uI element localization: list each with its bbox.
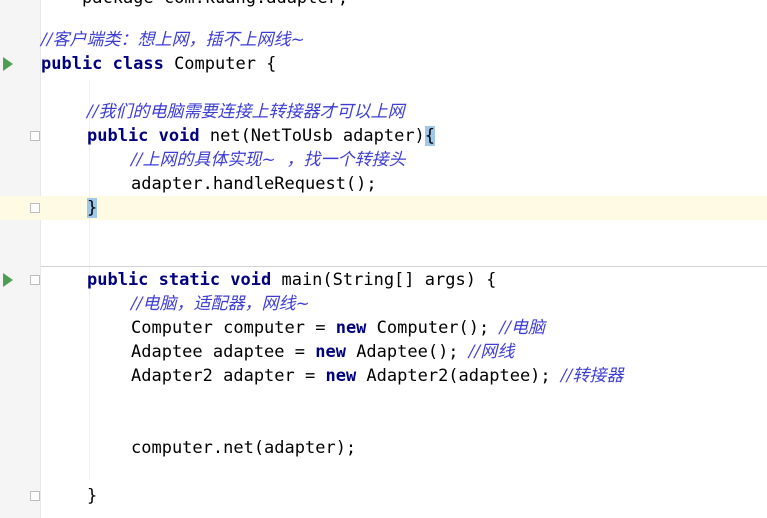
code-line-net-call: adapter.handleRequest(); bbox=[131, 174, 377, 194]
fold-net-end-icon[interactable] bbox=[30, 203, 40, 213]
code-line-main-decl: public static void main(String[] args) { bbox=[87, 270, 497, 290]
code-line-adaptee: Adaptee adaptee = new Adaptee(); //网线 bbox=[131, 342, 515, 362]
code-line-net-body-comment: //上网的具体实现~ ，找一个转接头 bbox=[131, 150, 406, 170]
code-line-net-decl: public void net(NetToUsb adapter){ bbox=[87, 126, 436, 146]
code-line-main-comment: //电脑，适配器，网线~ bbox=[131, 294, 310, 314]
code-line-package: package com.kuang.adapter; bbox=[82, 0, 348, 10]
code-line-main-close: } bbox=[87, 486, 98, 506]
editor-gutter bbox=[0, 0, 40, 518]
code-line-class-comment: //客户端类：想上网，插不上网线~ bbox=[41, 30, 305, 50]
indent-guide bbox=[89, 150, 90, 196]
method-separator bbox=[41, 266, 767, 267]
fold-main-start-icon[interactable] bbox=[30, 275, 40, 285]
fold-main-end-icon[interactable] bbox=[30, 491, 40, 501]
code-line-adapter2: Adapter2 adapter = new Adapter2(adaptee)… bbox=[131, 366, 624, 386]
code-line-net-close: } bbox=[87, 198, 98, 218]
fold-net-start-icon[interactable] bbox=[30, 131, 40, 141]
code-line-net-invoke: computer.net(adapter); bbox=[131, 438, 357, 458]
code-line-net-comment: //我们的电脑需要连接上转接器才可以上网 bbox=[87, 102, 405, 122]
run-main-icon[interactable] bbox=[3, 273, 13, 287]
code-editor[interactable]: package com.kuang.adapter; //客户端类：想上网，插不… bbox=[41, 0, 767, 518]
code-line-class-decl: public class Computer { bbox=[41, 54, 277, 74]
code-line-computer: Computer computer = new Computer(); //电脑 bbox=[131, 318, 545, 338]
run-class-icon[interactable] bbox=[3, 57, 13, 71]
